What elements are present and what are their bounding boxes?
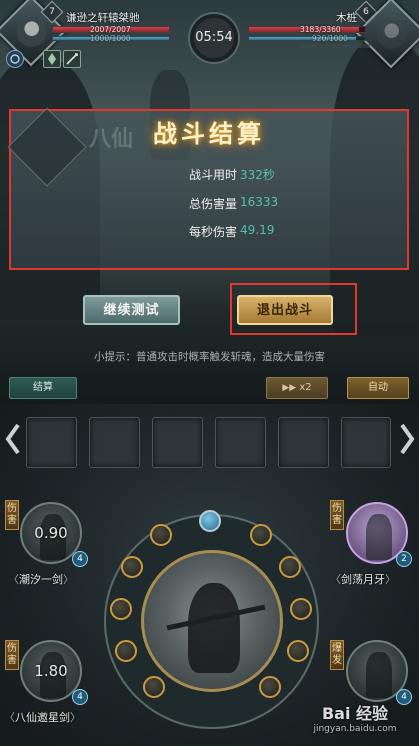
item-slot[interactable]: [152, 417, 203, 468]
energy-node: [279, 556, 301, 578]
energy-node: [110, 598, 132, 620]
enemy-mp-bar: [248, 36, 366, 41]
skill-cooldown: 0.90: [34, 524, 68, 542]
item-slot[interactable]: [341, 417, 391, 468]
enemy-hp-text: 3183/3360: [300, 25, 341, 34]
auto-button[interactable]: 自动: [347, 377, 409, 399]
stat-row-damage: 总伤害量 16333: [11, 195, 407, 215]
exit-battle-button[interactable]: 退出战斗: [237, 295, 333, 325]
energy-node: [121, 556, 143, 578]
stat-row-dps: 每秒伤害 49.19: [11, 223, 407, 243]
skill-name: 〈潮汐一剑〉: [8, 573, 74, 586]
energy-node: [290, 598, 312, 620]
baidu-watermark: Bai 经验 jingyan.baidu.com: [300, 700, 410, 734]
energy-node: [287, 640, 309, 662]
settle-button[interactable]: 结算: [9, 377, 77, 399]
item-slot[interactable]: [278, 417, 329, 468]
skill-cooldown: 1.80: [34, 662, 68, 680]
skill-type-tag: 伤害: [330, 500, 344, 530]
energy-node: [199, 510, 221, 532]
speed-label: x2: [299, 382, 312, 393]
sword-icon[interactable]: [63, 50, 81, 68]
stat-row-time: 战斗用时 332秒: [11, 166, 407, 186]
stat-label: 总伤害量: [188, 197, 237, 211]
scroll-right-icon[interactable]: [397, 419, 417, 459]
buff-icon[interactable]: [43, 50, 61, 68]
stat-label: 每秒伤害: [188, 225, 237, 239]
energy-node: [143, 676, 165, 698]
battle-result-panel: 八仙 战斗结算 战斗用时 332秒 总伤害量 16333 每秒伤害 49.19: [7, 107, 409, 270]
energy-node: [150, 524, 172, 546]
fast-forward-icon: ▶▶: [282, 383, 297, 393]
player-hp-text: 2007/2007: [90, 25, 131, 34]
player-mp-text: 1000/1000: [90, 34, 131, 43]
stat-value: 49.19: [240, 223, 275, 237]
energy-node: [250, 524, 272, 546]
battle-scene: 7 谦逊之轩辕桀驰 2007/2007 1000/1000 05:54 木桩 6…: [0, 0, 419, 404]
skill-panel: 伤害 0.90 4 〈潮汐一剑〉 伤害 2 〈剑荡月牙〉 伤害 1.80 4 〈…: [0, 404, 419, 746]
hint-text: 小提示：普通攻击时概率触发斩魂，造成大量伤害: [94, 351, 325, 363]
battle-timer: 05:54: [188, 12, 240, 64]
skill-type-tag: 伤害: [5, 640, 19, 670]
skill-name: 〈剑荡月牙〉: [330, 573, 396, 586]
enemy-extra-bar: [300, 44, 370, 48]
skill-count-badge: 2: [396, 551, 412, 567]
stat-value: 16333: [240, 195, 279, 209]
item-slot[interactable]: [26, 417, 77, 468]
energy-node: [115, 640, 137, 662]
skill-name: 〈八仙邀星剑〉: [4, 711, 81, 724]
stat-label: 战斗用时: [188, 168, 237, 182]
element-icon: [6, 50, 24, 68]
watermark-url: jingyan.baidu.com: [313, 724, 397, 734]
speed-button[interactable]: ▶▶ x2: [266, 377, 328, 399]
energy-node: [259, 676, 281, 698]
enemy-mp-text: 920/1000: [312, 34, 348, 43]
player-name: 谦逊之轩辕桀驰: [66, 12, 140, 24]
skill-type-tag: 爆发: [330, 640, 344, 670]
skill-count-badge: 4: [72, 551, 88, 567]
item-slot[interactable]: [89, 417, 140, 468]
stat-value: 332秒: [240, 168, 275, 182]
item-slot[interactable]: [215, 417, 266, 468]
skill-type-tag: 伤害: [5, 500, 19, 530]
enemy-name: 木桩: [336, 12, 357, 24]
watermark-logo-text: Bai 经验: [321, 704, 389, 723]
scroll-left-icon[interactable]: [3, 419, 23, 459]
continue-test-button[interactable]: 继续测试: [83, 295, 180, 325]
attack-button[interactable]: [141, 550, 283, 692]
skill-count-badge: 4: [72, 689, 88, 705]
result-title: 战斗结算: [153, 119, 265, 148]
